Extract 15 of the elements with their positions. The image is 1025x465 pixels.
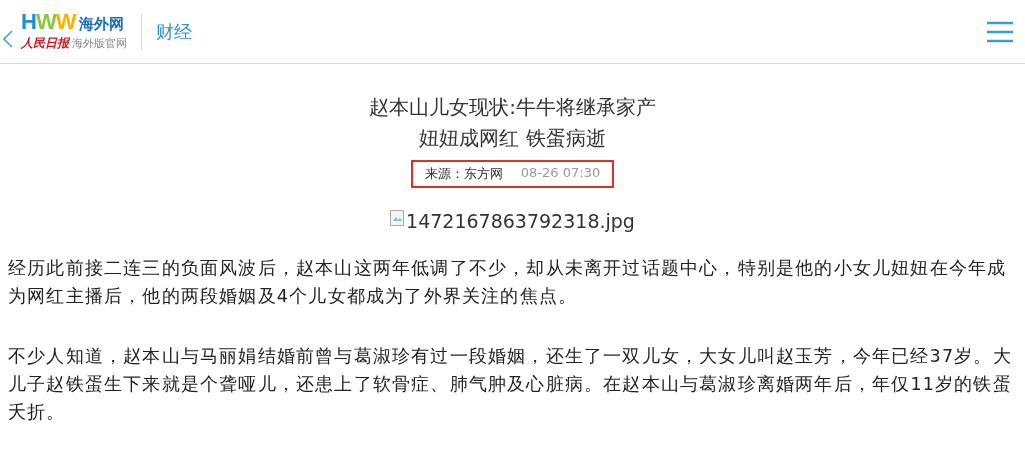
article-title: 妞妞成网红 铁蛋病逝 (418, 125, 607, 152)
logo-name[interactable]: 海外网 (79, 15, 125, 34)
article-title: 赵本山儿女现状:牛牛将继承家产 (368, 94, 657, 121)
section-title: 财经 (156, 19, 192, 44)
back-icon[interactable] (3, 29, 13, 48)
image-alt-text: 1472167863792318.jpg (406, 210, 635, 232)
logo-subbrand: 人民日报 (21, 35, 69, 52)
article-paragraph: 经历此前接二连三的负面风波后，赵本山这两年低调了不少，却从未离开过话题中心，特别是他的小女儿妞妞在今年成为网红主播后，他的两段婚姻及4个儿女都成为了外界关注的焦点。 (8, 257, 1008, 308)
broken-image-icon (390, 210, 405, 226)
logo-subtitle: 海外版官网 (72, 36, 127, 51)
menu-icon[interactable] (987, 20, 1013, 43)
logo-letters[interactable]: HWW (21, 11, 76, 33)
article-paragraph: 不少人知道，赵本山与马丽娟结婚前曾与葛淑珍有过一段婚姻，还生了一双儿女，大女儿叫赵玉芳，今年已经37岁。大儿子赵铁蛋生下来就是个聋哑儿，还患上了软骨症、肺气肿及心脏病。在赵本山与葛淑珍离婚两年后，年仅11岁的铁蛋夭折。 (8, 345, 1013, 424)
source-label: 来源：东方网 (424, 165, 503, 183)
publish-time: 08-26 07:30 (520, 165, 601, 182)
